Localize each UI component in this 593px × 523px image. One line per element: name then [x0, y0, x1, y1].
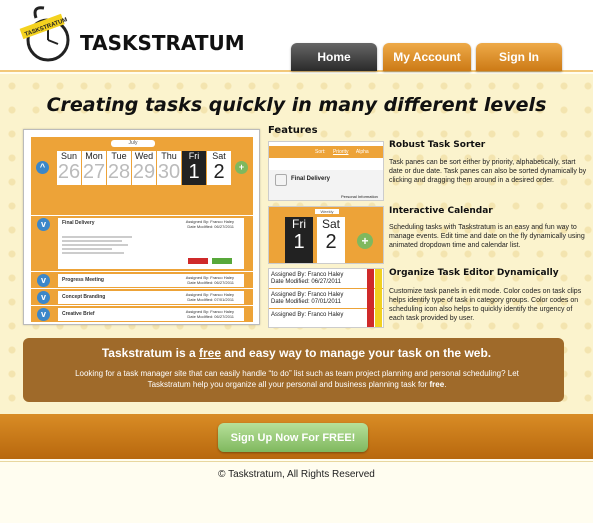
chevron-down-icon: v [37, 308, 50, 321]
add-icon: + [235, 161, 248, 174]
sign-up-button[interactable]: Sign Up Now For FREE! [218, 423, 368, 452]
feature-title-sorter: Robust Task Sorter [389, 140, 486, 150]
nav-home-button[interactable]: Home [291, 43, 377, 71]
day-mon: Mon 27 [82, 151, 106, 185]
month-selector: July [111, 140, 155, 147]
calendar-strip: July ^ Sun 26 Mon 27 Tue 28 Wed 29 Thu 30 Fri… [31, 137, 253, 207]
chevron-up-icon: ^ [36, 161, 49, 174]
nav-sign-in-button[interactable]: Sign In [476, 43, 562, 71]
promo-body: Looking for a task manager site that can… [75, 369, 519, 389]
feature-desc-calendar: Scheduling tasks with Taskstratum is an … [389, 224, 585, 249]
day-sat: Sat 2 [207, 151, 231, 185]
day-tue: Tue 28 [107, 151, 131, 185]
chevron-down-icon: v [37, 274, 50, 287]
feature-thumb-editor: Assigned By: Franco Haley Date Modified:… [268, 268, 384, 328]
chevron-down-icon: v [37, 218, 50, 231]
site-header: TASKSTRATUM TASKSTRATUM Home My Account … [0, 0, 593, 72]
task-card: Creative Brief Assigned By: Franco Haley D… [58, 308, 244, 321]
feature-title-editor: Organize Task Editor Dynamically [389, 268, 559, 278]
task-row: v Concept Branding Assigned By: Franco Ha… [31, 288, 253, 305]
task-row: v Progress Meeting Assigned By: Franco Ha… [31, 271, 253, 288]
features-heading: Features [268, 125, 318, 136]
feature-title-calendar: Interactive Calendar [389, 206, 493, 216]
feature-desc-sorter: Task panes can be sort either by priorit… [389, 159, 587, 184]
stopwatch-logo-icon[interactable]: TASKSTRATUM [18, 4, 76, 68]
logo-wordmark[interactable]: TASKSTRATUM [80, 31, 245, 55]
day-wed: Wed 29 [132, 151, 156, 185]
add-icon: + [357, 233, 373, 249]
promo-headline: Taskstratum is a free and easy way to ma… [101, 346, 492, 360]
task-card: Progress Meeting Assigned By: Franco Hale… [58, 274, 244, 287]
footer-copyright: © Taskstratum, All Rights Reserved [218, 469, 375, 480]
nav-my-account-button[interactable]: My Account [383, 43, 471, 71]
chevron-down-icon: v [37, 291, 50, 304]
feature-thumb-calendar: Weekly Fri 1 Sat 2 + [268, 206, 384, 264]
day-sun: Sun 26 [57, 151, 81, 185]
task-row: v Creative Brief Assigned By: Franco Hale… [31, 305, 253, 322]
feature-thumb-sorter: Sort: Priority Alpha Final Delivery Pers… [268, 141, 384, 201]
feature-desc-editor: Customize task panels in edit mode. Colo… [389, 288, 582, 322]
footer-divider [0, 461, 593, 462]
task-card: Concept Branding Assigned By: Franco Hale… [58, 291, 244, 304]
day-fri: Fri 1 [182, 151, 206, 185]
sort-tabs: SortPriorityAlphabeticallyStart DateDue … [31, 207, 253, 221]
page-headline: Creating tasks quickly in many different… [46, 94, 547, 116]
task-row-expanded: v Final Delivery Assigned By: Franco Hal… [31, 215, 253, 271]
app-screenshot: July ^ Sun 26 Mon 27 Tue 28 Wed 29 Thu 30 Fri… [23, 129, 260, 325]
day-thu: Thu 30 [157, 151, 181, 185]
task-card: Final Delivery Assigned By: Franco Haley… [58, 218, 244, 269]
